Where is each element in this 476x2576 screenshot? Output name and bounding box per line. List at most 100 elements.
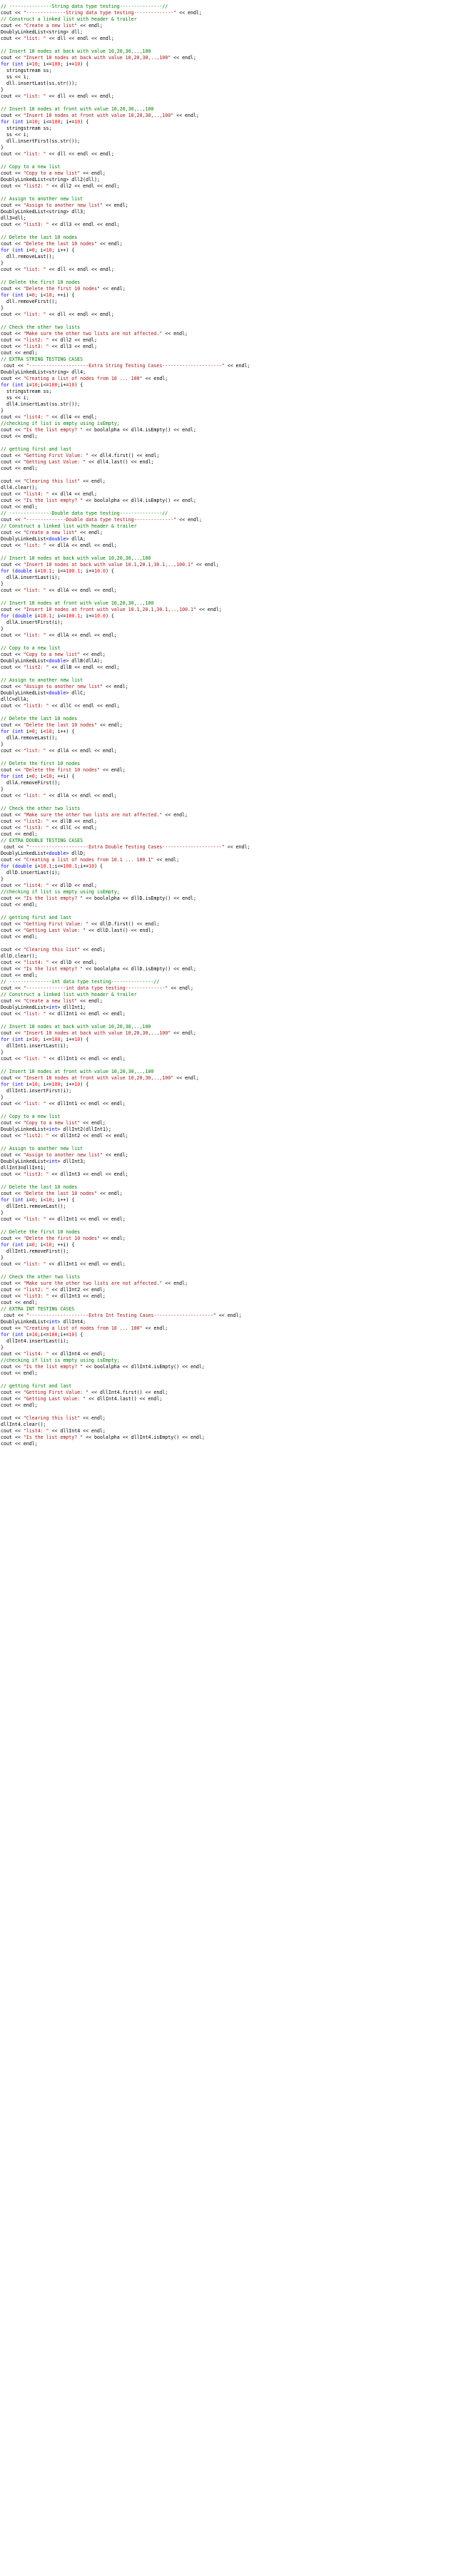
code-line: cout << "list: " << dllInt1 << endl << e…: [0, 1011, 476, 1017]
number-token: 10.1: [40, 568, 52, 574]
code-token: << dllB << endl << endl;: [49, 664, 120, 670]
code-line: cout << endl;: [0, 466, 476, 472]
comment-token: // Check the other two lists: [1, 324, 81, 330]
code-token: << dllInt1 << endl << endl;: [46, 1101, 126, 1107]
code-token: cout <<: [1, 113, 24, 118]
code-token: cout <<: [1, 1101, 24, 1107]
code-token: }: [1, 1210, 4, 1216]
code-token: dllInt1.removeLast();: [1, 1204, 66, 1209]
code-editor[interactable]: // ---------------String data type testi…: [0, 0, 476, 2576]
string-token: "Delete the last 10 nodes": [23, 722, 97, 728]
code-line: // Check the other two lists: [0, 1274, 476, 1281]
code-token: cout <<: [1, 812, 24, 818]
keyword-token: int: [14, 774, 24, 779]
comment-token: //checking if list is empty using isEmpt…: [1, 889, 120, 895]
code-token: << dll << endl << endl;: [46, 93, 114, 99]
code-line: cout << "list: " << dll << endl << endl;: [0, 151, 476, 158]
code-line: for (int i=10; i<=100; i+=10) {: [0, 61, 476, 68]
code-token: cout <<: [1, 414, 24, 420]
code-line: cout << "Make sure the other two lists a…: [0, 1281, 476, 1287]
keyword-token: double: [49, 658, 66, 664]
code-line: // Insert 10 nodes at front with value 1…: [0, 106, 476, 113]
code-line: cout << "Is the list empty? " << boolalp…: [0, 966, 476, 973]
code-token: << endl;: [168, 985, 193, 991]
code-token: }: [1, 305, 4, 311]
code-line: // Delete the first 10 nodes: [0, 279, 476, 286]
code-line: // Copy to a new list: [0, 1114, 476, 1120]
code-token: dllInt1.insertFirst(i);: [1, 1088, 72, 1094]
code-token: << endl;: [224, 363, 250, 369]
comment-token: // EXTRA DOUBLE TESTING CASES: [1, 838, 83, 843]
code-line: // Insert 10 nodes at front with value 1…: [0, 600, 476, 607]
code-token: ;i<=: [51, 863, 64, 869]
code-line: // Assign to another new list: [0, 677, 476, 684]
keyword-token: for: [1, 1332, 9, 1338]
code-token: > dllC;: [66, 690, 86, 696]
code-line: dll4.clear();: [0, 485, 476, 491]
keyword-token: for: [1, 247, 9, 253]
code-token: << dllB << endl;: [49, 819, 97, 824]
string-token: "---------------------Extra Int Testing …: [26, 1313, 216, 1318]
code-token: (: [9, 1332, 15, 1338]
number-token: 10: [31, 1082, 38, 1087]
code-token: > dllInt4;: [57, 1319, 86, 1325]
code-token: (: [9, 774, 15, 779]
code-line: // Check the other two lists: [0, 324, 476, 331]
code-token: << dllInt4 << endl;: [49, 1351, 106, 1357]
code-token: << dll4 << endl;: [49, 491, 97, 497]
code-token: cout <<: [1, 337, 24, 343]
code-token: cout <<: [1, 857, 24, 863]
code-token: cout <<: [1, 1133, 24, 1139]
code-line: cout << "list3: " << dllInt3 << endl << …: [0, 1171, 476, 1178]
string-token: "Assign to another new list": [23, 1152, 103, 1158]
code-line: dllInt1.insertLast(i);: [0, 1043, 476, 1050]
code-line: cout << "list2: " << dll2 << endl << end…: [0, 183, 476, 190]
code-token: << endl;: [142, 1325, 168, 1331]
code-token: (: [9, 1197, 15, 1203]
code-token: cout <<: [1, 1261, 24, 1267]
code-token: << boolalpha << dllD.isEmpty() << endl;: [83, 966, 196, 972]
code-line: dllA.insertLast(i);: [0, 575, 476, 581]
string-token: "list3: ": [23, 222, 49, 227]
code-token: > dllInt3;: [57, 1159, 86, 1164]
code-line: }: [0, 305, 476, 312]
keyword-token: for: [1, 61, 9, 67]
code-line: DoublyLinkedList<double> dllA;: [0, 536, 476, 543]
code-token: cout <<: [1, 652, 24, 657]
code-token: i=: [23, 1037, 32, 1042]
code-line: cout << "Is the list empty? " << boolalp…: [0, 427, 476, 433]
string-token: "Insert 10 nodes at front with value 10.…: [23, 607, 196, 612]
code-line: dll.removeLast();: [0, 254, 476, 260]
code-token: cout <<: [1, 1216, 24, 1222]
code-token: << endl;: [142, 376, 168, 381]
string-token: "Create a new list": [23, 530, 78, 535]
code-token: << dllA << endl << endl;: [46, 587, 117, 593]
number-token: 100.1: [63, 863, 78, 869]
code-token: }: [1, 581, 4, 587]
number-token: 100: [51, 1037, 61, 1042]
code-token: cout <<: [1, 1313, 26, 1318]
code-token: }: [1, 1094, 4, 1100]
code-token: cout <<: [1, 1287, 24, 1293]
code-token: cout <<: [1, 562, 24, 568]
code-token: cout <<: [1, 1281, 24, 1286]
code-line: cout << "list2: " << dllInt2 << endl << …: [0, 1133, 476, 1139]
code-line: dllInt3=dllInt1;: [0, 1165, 476, 1171]
code-token: ) {: [105, 568, 114, 574]
code-line: dll.insertLast(ss.str());: [0, 81, 476, 87]
code-line: cout << "list: " << dllInt1 << endl << e…: [0, 1056, 476, 1062]
string-token: "list4: ": [23, 414, 49, 420]
code-token: cout <<: [1, 491, 24, 497]
code-line: cout << "list3: " << dll3 << endl << end…: [0, 222, 476, 228]
code-token: << dll << endl << endl;: [46, 36, 114, 41]
keyword-token: int: [14, 292, 24, 298]
code-token: (: [9, 568, 15, 574]
string-token: "list2: ": [23, 1133, 49, 1139]
code-token: cout <<: [1, 55, 24, 61]
code-line: // ---------------int data type testing-…: [0, 979, 476, 985]
